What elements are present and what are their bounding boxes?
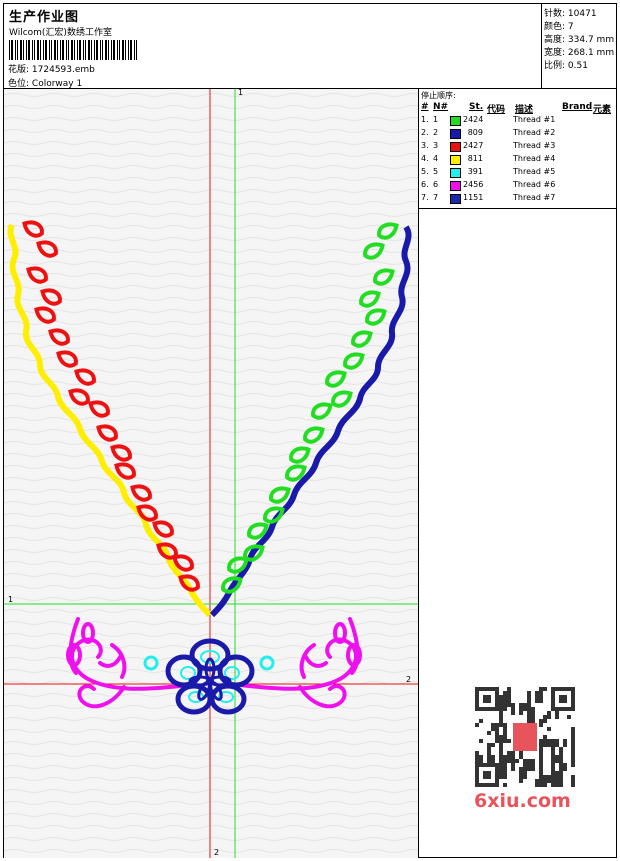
thread-number: 1 <box>433 115 439 124</box>
thread-code: 811 <box>467 154 483 163</box>
col-header-n: # <box>421 102 429 112</box>
watermark-logo: 6xiu.com <box>474 790 571 812</box>
thread-desc: Thread #5 <box>513 167 556 176</box>
thread-swatch <box>450 168 461 178</box>
thread-swatch <box>450 181 461 191</box>
thread-index: 3. <box>421 141 429 150</box>
thread-row: 1. 1 2424 Thread #1 <box>419 115 617 128</box>
thread-desc: Thread #1 <box>513 115 556 124</box>
thread-code: 2427 <box>463 141 484 150</box>
thread-swatch <box>450 142 461 152</box>
colorway-label: 色位: <box>8 79 30 89</box>
col-header-brand: Brand <box>562 102 593 112</box>
thread-row: 5. 5 391 Thread #5 <box>419 167 617 180</box>
thread-stop-panel: 停止顺序: # N# St. 代码 描述 Brand 元素 1. 1 2424 Thr… <box>419 89 617 209</box>
colorway-value: Colorway 1 <box>31 79 83 89</box>
thread-index: 5. <box>421 167 429 176</box>
thread-index: 1. <box>421 115 429 124</box>
thread-swatch <box>450 194 461 204</box>
col-header-num: N# <box>433 102 449 112</box>
thread-number: 3 <box>433 141 439 150</box>
thread-desc: Thread #2 <box>513 128 556 137</box>
thread-row: 7. 7 1151 Thread #7 <box>419 193 617 206</box>
axis-label-green-horizontal: 1 <box>8 595 14 604</box>
barcode <box>9 40 137 60</box>
axis-label-green-vertical: 1 <box>238 88 244 97</box>
thread-row: 2. 2 809 Thread #2 <box>419 128 617 141</box>
thread-index: 2. <box>421 128 429 137</box>
info-stitches: 针数: 10471 <box>544 9 597 19</box>
thread-code: 809 <box>467 128 483 137</box>
thread-index: 6. <box>421 180 429 189</box>
colorway-line: 色位: Colorway 1 <box>8 76 82 89</box>
thread-row: 3. 3 2427 Thread #3 <box>419 141 617 154</box>
thread-index: 7. <box>421 193 429 202</box>
thread-number: 7 <box>433 193 439 202</box>
magenta-scroll-right <box>238 617 362 709</box>
thread-row: 4. 4 811 Thread #4 <box>419 154 617 167</box>
embroidery-preview <box>4 89 418 858</box>
design-value: 1724593.emb <box>31 65 95 75</box>
header: 生产作业图 Wilcom(汇宏)数绣工作室 花版: 1724593.emb 色位… <box>3 3 617 89</box>
thread-code: 2424 <box>463 115 484 124</box>
col-header-desc: 描述 <box>515 105 534 115</box>
thread-code: 1151 <box>463 193 484 202</box>
cyan-dot-right <box>259 655 275 671</box>
info-height: 高度: 334.7 mm <box>544 35 615 45</box>
info-scale: 比例: 0.51 <box>544 61 588 71</box>
col-header-elem: 元素 <box>593 105 612 115</box>
thread-row: 6. 6 2456 Thread #6 <box>419 180 617 193</box>
thread-code: 391 <box>467 167 483 176</box>
thread-number: 6 <box>433 180 439 189</box>
thread-number: 5 <box>433 167 439 176</box>
thread-swatch <box>450 129 461 139</box>
thread-desc: Thread #4 <box>513 154 556 163</box>
canvas-texture <box>4 93 418 853</box>
design-line: 花版: 1724593.emb <box>8 62 95 75</box>
company-name: Wilcom(汇宏)数绣工作室 <box>9 28 112 38</box>
thread-panel-title: 停止顺序: <box>421 91 456 100</box>
thread-swatch <box>450 155 461 165</box>
thread-desc: Thread #7 <box>513 193 556 202</box>
page-title: 生产作业图 <box>9 10 80 25</box>
thread-number: 2 <box>433 128 439 137</box>
thread-code: 2456 <box>463 180 484 189</box>
col-header-st: St. <box>469 102 484 112</box>
info-colors: 颜色: 7 <box>544 22 574 32</box>
col-header-code: 代码 <box>487 105 506 115</box>
thread-swatch <box>450 116 461 126</box>
thread-number: 4 <box>433 154 439 163</box>
thread-desc: Thread #6 <box>513 180 556 189</box>
thread-index: 4. <box>421 154 429 163</box>
design-label: 花版: <box>8 65 30 75</box>
cyan-dot-left <box>143 655 159 671</box>
design-canvas <box>4 89 419 858</box>
design-info: 针数: 10471 颜色: 7 高度: 334.7 mm 宽度: 268.1 m… <box>541 3 617 89</box>
axis-label-red-vertical: 2 <box>214 848 220 857</box>
thread-desc: Thread #3 <box>513 141 556 150</box>
info-width: 宽度: 268.1 mm <box>544 48 615 58</box>
qr-code <box>470 682 580 792</box>
axis-label-red-horizontal: 2 <box>406 675 412 684</box>
